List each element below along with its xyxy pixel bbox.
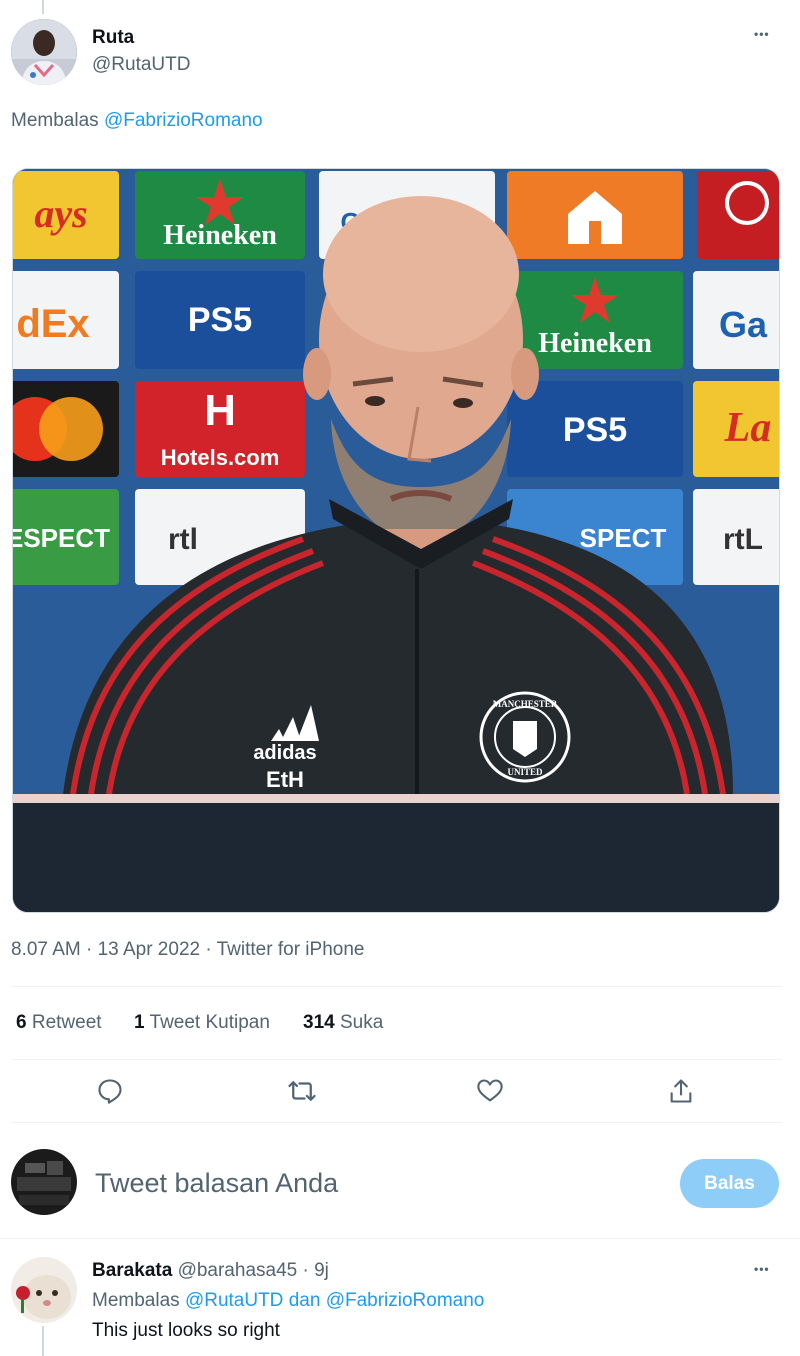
reply-replying-and: dan [288, 1290, 321, 1311]
reply-icon [98, 1079, 122, 1104]
likes-label: Suka [339, 1012, 384, 1033]
retweet-action[interactable] [285, 1074, 319, 1108]
reply-action[interactable] [93, 1074, 127, 1108]
author-handle[interactable]: @RutaUTD [92, 54, 190, 76]
more-options-icon[interactable]: ••• [754, 27, 770, 41]
likes-stat[interactable]: 314 Suka [303, 1012, 383, 1034]
sponsor-text-14: rtL [723, 523, 763, 556]
quotes-stat[interactable]: 1 Tweet Kutipan [134, 1012, 270, 1034]
sponsor-text-9: PS5 [563, 411, 627, 449]
divider-3 [12, 1122, 782, 1123]
jacket-brand-text: adidas [253, 742, 316, 764]
sponsor-text-5: PS5 [188, 301, 252, 339]
sponsor-text-1: ays [34, 191, 87, 236]
thread-line-top [42, 0, 44, 14]
reply-text: This just looks so right [92, 1320, 280, 1341]
reply-replying-prefix: Membalas [92, 1290, 180, 1311]
replying-prefix: Membalas [11, 110, 99, 131]
sponsor-text-2: Heineken [163, 220, 277, 251]
retweet-icon [288, 1081, 316, 1101]
sponsor-text-4: dEx [16, 302, 89, 346]
reply-replying-to-link-1[interactable]: @RutaUTD [185, 1290, 283, 1311]
reply-author-avatar[interactable] [11, 1257, 77, 1323]
sponsor-text-10: La [724, 405, 772, 451]
share-icon [670, 1079, 692, 1103]
reply-time[interactable]: · 9j [303, 1260, 329, 1281]
reply-header: Barakata @barahasa45 · 9j [92, 1260, 329, 1282]
reply-more-options-icon[interactable]: ••• [754, 1262, 770, 1276]
sponsor-text-12: rtl [168, 523, 198, 556]
likes-count: 314 [303, 1012, 335, 1033]
retweets-count: 6 [16, 1012, 27, 1033]
like-icon [477, 1079, 503, 1102]
reply-replying-to: Membalas @RutaUTD dan @FabrizioRomano [92, 1290, 484, 1312]
svg-text:H: H [204, 386, 236, 435]
current-user-avatar[interactable] [11, 1149, 77, 1215]
retweets-stat[interactable]: 6 Retweet [16, 1012, 102, 1034]
sponsor-text-6: Heineken [538, 328, 652, 359]
tweet-timestamp[interactable]: 8.07 AM · 13 Apr 2022 · Twitter for iPho… [11, 939, 364, 961]
sponsor-text-11: ESPECT [13, 523, 110, 553]
sponsor-text-8: Hotels.com [161, 445, 280, 470]
reply-author-name[interactable]: Barakata [92, 1260, 172, 1281]
replying-to-link[interactable]: @FabrizioRomano [104, 110, 263, 131]
jacket-initials-text: EtH [266, 767, 304, 792]
author-avatar-image [11, 19, 77, 85]
reply-replying-to-link-2[interactable]: @FabrizioRomano [326, 1290, 485, 1311]
sponsor-text-13: SPECT [580, 523, 667, 553]
thread-line-bottom [42, 1326, 44, 1356]
sponsor-text-7: Ga [719, 304, 768, 345]
retweets-label: Retweet [31, 1012, 102, 1033]
press-conference-image: ays Heineken GAZPROM dEx PS5 Heineken Ga… [13, 169, 779, 912]
divider-4 [0, 1238, 800, 1239]
divider-2 [12, 1059, 782, 1060]
badge-text-top: MANCHESTER [493, 699, 558, 709]
current-user-avatar-image [11, 1149, 77, 1215]
author-name[interactable]: Ruta [92, 27, 134, 49]
badge-text-bottom: UNITED [507, 767, 543, 777]
author-avatar[interactable] [11, 19, 77, 85]
reply-author-handle[interactable]: @barahasa45 [178, 1260, 298, 1281]
tweet-photo[interactable]: ays Heineken GAZPROM dEx PS5 Heineken Ga… [12, 168, 780, 913]
share-action[interactable] [664, 1074, 698, 1108]
replying-to: Membalas @FabrizioRomano [11, 110, 263, 132]
like-action[interactable] [473, 1074, 507, 1108]
quotes-label: Tweet Kutipan [149, 1012, 270, 1033]
reply-compose-input[interactable]: Tweet balasan Anda [95, 1168, 338, 1199]
quotes-count: 1 [134, 1012, 145, 1033]
reply-author-avatar-image [11, 1257, 77, 1323]
divider-1 [12, 986, 782, 987]
reply-button[interactable]: Balas [680, 1159, 779, 1208]
